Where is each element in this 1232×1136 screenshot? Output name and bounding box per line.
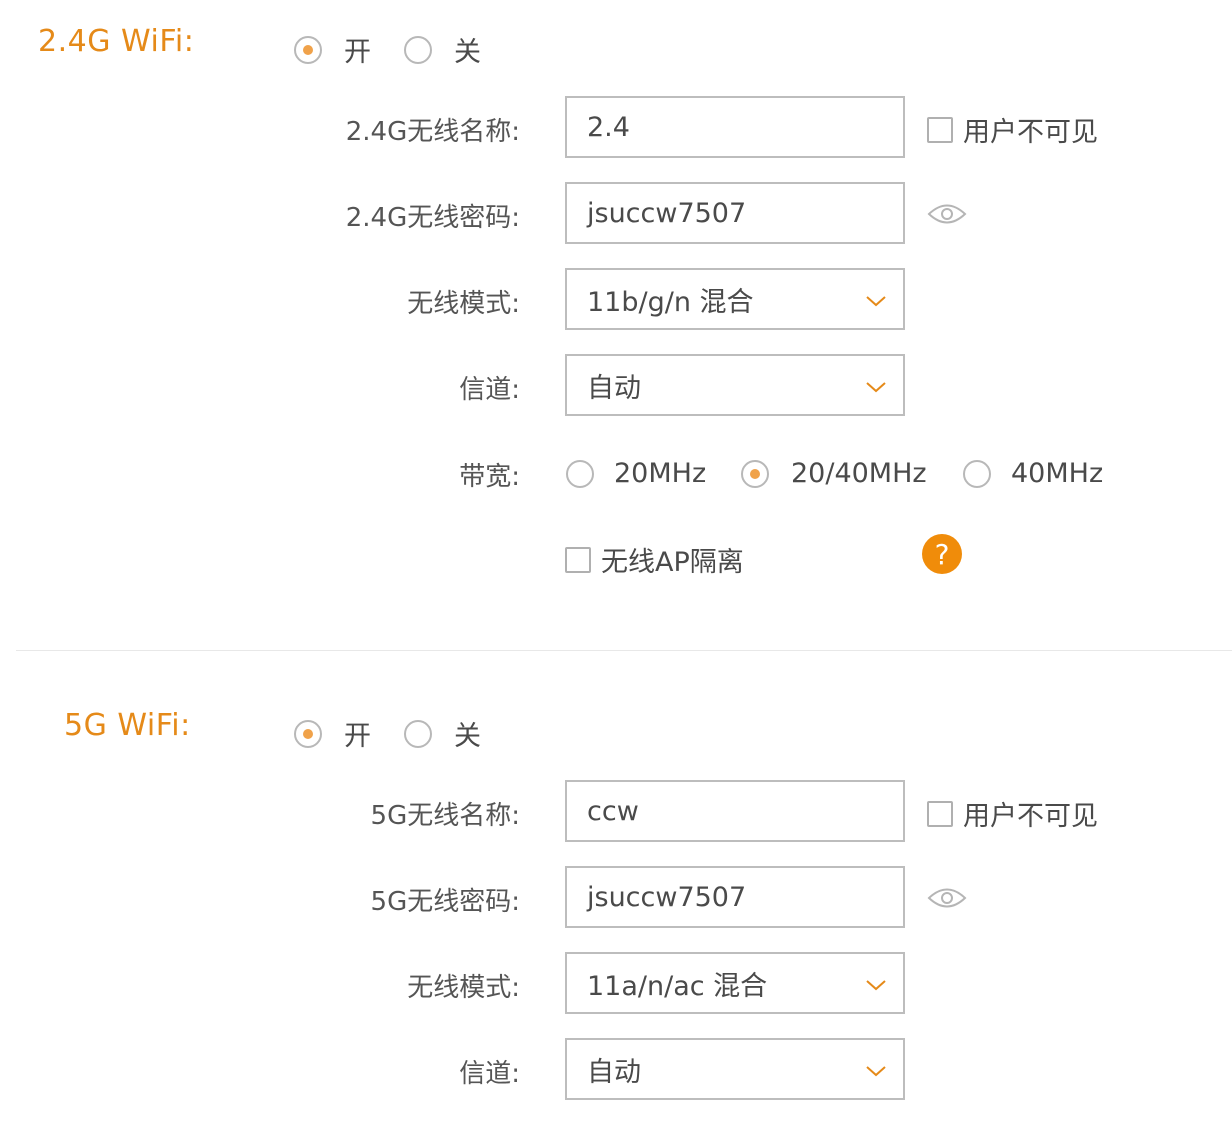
bandwidth-option-20-40[interactable]: 20/40MHz — [741, 458, 927, 489]
section-divider — [16, 650, 1232, 651]
wifi24-hidden-label: 用户不可见 — [963, 117, 1098, 148]
wifi24-password-label: 2.4G无线密码: — [345, 203, 520, 233]
bandwidth-radio-40[interactable] — [963, 459, 991, 488]
wifi5-ssid-label: 5G无线名称: — [370, 801, 520, 831]
bandwidth-radio-20[interactable] — [566, 459, 594, 488]
wifi24-hidden-checkbox[interactable] — [927, 116, 953, 143]
wifi24-mode-select[interactable]: 11b/g/n 混合 — [565, 268, 905, 330]
wifi5-password-label: 5G无线密码: — [370, 887, 520, 917]
wifi24-mode-value: 11b/g/n 混合 — [587, 286, 754, 318]
wifi5-channel-select[interactable]: 自动 — [565, 1038, 905, 1100]
wifi5-hidden-option[interactable]: 用户不可见 — [927, 794, 1098, 833]
wifi5-hidden-label: 用户不可见 — [963, 801, 1098, 832]
wifi5-ssid-input[interactable]: ccw — [565, 780, 905, 842]
eye-icon[interactable] — [927, 203, 967, 229]
wifi24-password-input[interactable]: jsuccw7507 — [565, 182, 905, 244]
ap-isolation-label: 无线AP隔离 — [601, 547, 744, 578]
wifi5-mode-value: 11a/n/ac 混合 — [587, 970, 768, 1002]
wifi5-channel-label: 信道: — [459, 1059, 520, 1089]
bandwidth-option-40[interactable]: 40MHz — [963, 458, 1103, 489]
wifi5-off-label: 关 — [454, 721, 481, 752]
wifi5-off-radio[interactable] — [404, 719, 432, 748]
wifi24-off-option[interactable]: 关 — [404, 30, 481, 69]
bandwidth-label-20: 20MHz — [614, 458, 707, 489]
chevron-down-icon — [865, 968, 887, 999]
eye-icon[interactable] — [927, 887, 967, 913]
ap-isolation-option[interactable]: 无线AP隔离 — [565, 540, 744, 579]
chevron-down-icon — [865, 370, 887, 401]
wifi24-channel-label: 信道: — [459, 375, 520, 405]
wifi24-ssid-label: 2.4G无线名称: — [345, 117, 520, 147]
wifi24-on-label: 开 — [344, 37, 371, 68]
bandwidth-label-20-40: 20/40MHz — [791, 458, 927, 489]
wifi24-channel-value: 自动 — [587, 372, 641, 404]
wifi5-password-input[interactable]: jsuccw7507 — [565, 866, 905, 928]
bandwidth-radio-20-40[interactable] — [741, 459, 769, 488]
wifi5-hidden-checkbox[interactable] — [927, 800, 953, 827]
wifi5-on-label: 开 — [344, 721, 371, 752]
wifi5-mode-label: 无线模式: — [407, 973, 520, 1003]
bandwidth-label-40: 40MHz — [1011, 458, 1104, 489]
wifi24-on-radio[interactable] — [294, 35, 322, 64]
ap-isolation-checkbox[interactable] — [565, 546, 591, 573]
chevron-down-icon — [865, 284, 887, 315]
wifi24-off-radio[interactable] — [404, 35, 432, 64]
wifi24-off-label: 关 — [454, 37, 481, 68]
wifi24-channel-select[interactable]: 自动 — [565, 354, 905, 416]
wifi5-on-option[interactable]: 开 — [294, 714, 371, 753]
wifi24-on-option[interactable]: 开 — [294, 30, 371, 69]
chevron-down-icon — [865, 1054, 887, 1085]
wifi24-mode-label: 无线模式: — [407, 289, 520, 319]
wifi5-off-option[interactable]: 关 — [404, 714, 481, 753]
bandwidth-option-20[interactable]: 20MHz — [566, 458, 706, 489]
wifi5-mode-select[interactable]: 11a/n/ac 混合 — [565, 952, 905, 1014]
wifi5-channel-value: 自动 — [587, 1056, 641, 1088]
wifi5-title: 5G WiFi: — [64, 708, 191, 743]
wifi24-ssid-input[interactable]: 2.4 — [565, 96, 905, 158]
question-icon[interactable]: ? — [922, 534, 962, 574]
wifi24-hidden-option[interactable]: 用户不可见 — [927, 110, 1098, 149]
wifi5-on-radio[interactable] — [294, 719, 322, 748]
wifi24-bandwidth-label: 带宽: — [459, 462, 520, 492]
wifi24-title: 2.4G WiFi: — [38, 24, 195, 59]
